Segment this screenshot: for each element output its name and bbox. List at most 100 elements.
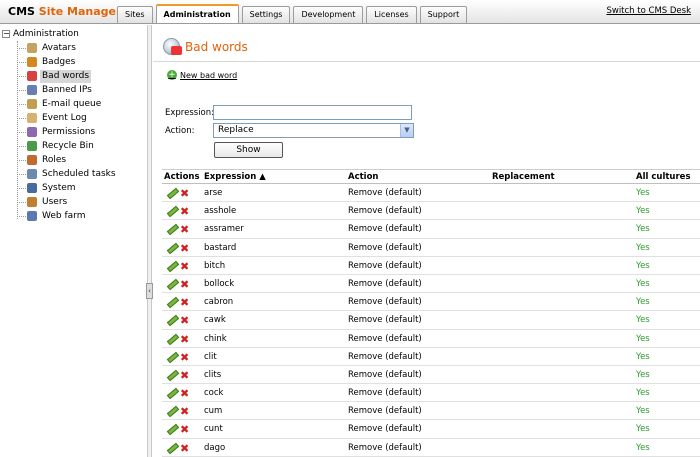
pane-splitter[interactable] <box>148 25 152 457</box>
tree-item-bad-words[interactable]: Bad words <box>17 69 92 83</box>
expression-input[interactable] <box>213 105 412 120</box>
table-row: ✖ bastard Remove (default) Yes <box>162 239 700 257</box>
cell-action: Remove (default) <box>348 224 422 235</box>
tree-branch-line <box>17 131 26 133</box>
edit-icon[interactable] <box>166 424 176 434</box>
edit-icon[interactable] <box>166 315 176 325</box>
edit-icon[interactable] <box>166 370 176 380</box>
show-button[interactable]: Show <box>214 142 283 158</box>
delete-icon[interactable]: ✖ <box>180 424 189 436</box>
edit-icon[interactable] <box>166 261 176 271</box>
edit-icon[interactable] <box>166 188 176 198</box>
delete-icon[interactable]: ✖ <box>180 278 189 291</box>
table-row: ✖ assramer Remove (default) Yes <box>162 220 700 239</box>
edit-icon[interactable] <box>166 206 176 216</box>
edit-icon[interactable] <box>166 352 176 362</box>
tree-root-administration[interactable]: − Administration <box>2 29 79 39</box>
email-icon <box>27 99 37 109</box>
edit-icon[interactable] <box>166 279 176 289</box>
cell-all-cultures: Yes <box>636 424 650 435</box>
cell-action: Remove (default) <box>348 278 422 289</box>
tab-sites[interactable]: Sites <box>117 6 153 23</box>
edit-icon[interactable] <box>166 334 176 344</box>
cell-all-cultures: Yes <box>636 260 650 271</box>
tab-settings[interactable]: Settings <box>241 6 291 23</box>
delete-icon[interactable]: ✖ <box>180 206 189 218</box>
cell-expression: bastard <box>204 242 237 253</box>
delete-icon[interactable]: ✖ <box>180 406 189 418</box>
bad-words-icon <box>27 71 37 81</box>
tab-support[interactable]: Support <box>419 6 468 23</box>
tree-branch-line <box>17 159 26 161</box>
tree-item-label: Event Log <box>42 112 87 123</box>
cell-expression: cawk <box>204 315 226 326</box>
tab-development[interactable]: Development <box>293 6 364 23</box>
chevron-down-icon[interactable]: ▼ <box>400 124 413 137</box>
tree-collapse-icon[interactable]: − <box>2 30 10 38</box>
main-tabs: Sites Administration Settings Development Li… <box>117 4 470 24</box>
cell-action: Remove (default) <box>348 388 422 399</box>
edit-icon[interactable] <box>166 224 176 234</box>
delete-icon[interactable]: ✖ <box>180 351 189 364</box>
action-select[interactable]: Replace ▼ <box>213 123 414 138</box>
badge-icon <box>27 57 37 67</box>
tree-item-system[interactable]: System <box>17 181 78 195</box>
table-row: ✖ cawk Remove (default) Yes <box>162 311 700 330</box>
switch-to-cms-desk-link[interactable]: Switch to CMS Desk <box>606 6 691 16</box>
table-row: ✖ chink Remove (default) Yes <box>162 330 700 348</box>
delete-icon[interactable]: ✖ <box>180 315 189 327</box>
tree-item-event-log[interactable]: Event Log <box>17 111 89 125</box>
cell-all-cultures: Yes <box>636 369 650 380</box>
tree-item-badges[interactable]: Badges <box>17 55 77 69</box>
tab-licenses[interactable]: Licenses <box>366 6 417 23</box>
tree-item-recycle-bin[interactable]: Recycle Bin <box>17 139 96 153</box>
new-bad-word-link[interactable]: + New bad word <box>167 70 237 80</box>
tree-item-label: E-mail queue <box>42 98 102 109</box>
page-title: Bad words <box>185 40 248 54</box>
delete-icon[interactable]: ✖ <box>180 224 189 236</box>
delete-icon[interactable]: ✖ <box>180 333 189 346</box>
tree-item-avatars[interactable]: Avatars <box>17 41 78 55</box>
tree-item-roles[interactable]: Roles <box>17 153 68 167</box>
table-row: ✖ cabron Remove (default) Yes <box>162 293 700 312</box>
collapse-pane-icon[interactable]: ‹ <box>146 283 153 299</box>
logo-cms: CMS <box>8 5 35 18</box>
delete-icon[interactable]: ✖ <box>180 242 189 255</box>
tree-item-e-mail-queue[interactable]: E-mail queue <box>17 97 103 111</box>
tree-item-permissions[interactable]: Permissions <box>17 125 97 139</box>
tree-item-web-farm[interactable]: Web farm <box>17 209 87 223</box>
tab-administration[interactable]: Administration <box>155 4 239 23</box>
delete-icon[interactable]: ✖ <box>180 297 189 309</box>
delete-icon[interactable]: ✖ <box>180 442 189 455</box>
web-farm-icon <box>27 211 37 221</box>
cell-expression: cum <box>204 406 223 417</box>
col-header-replacement[interactable]: Replacement <box>492 172 555 182</box>
cell-all-cultures: Yes <box>636 333 650 344</box>
tree-branch-line <box>17 215 26 217</box>
edit-icon[interactable] <box>166 406 176 416</box>
delete-icon[interactable]: ✖ <box>180 388 189 400</box>
cell-action: Remove (default) <box>348 242 422 253</box>
col-header-expression[interactable]: Expression ▲ <box>204 172 266 182</box>
cell-action: Remove (default) <box>348 406 422 417</box>
edit-icon[interactable] <box>166 388 176 398</box>
action-select-value: Replace <box>218 125 254 135</box>
cell-all-cultures: Yes <box>636 351 650 362</box>
tree-item-label: System <box>42 182 76 193</box>
cell-expression: clits <box>204 369 222 380</box>
tree-root-label: Administration <box>13 29 79 39</box>
cell-expression: arse <box>204 188 223 198</box>
delete-icon[interactable]: ✖ <box>180 260 189 273</box>
col-header-action[interactable]: Action <box>348 172 379 182</box>
col-header-all-cultures[interactable]: All cultures <box>636 172 691 182</box>
roles-icon <box>27 155 37 165</box>
delete-icon[interactable]: ✖ <box>180 188 189 200</box>
edit-icon[interactable] <box>166 297 176 307</box>
delete-icon[interactable]: ✖ <box>180 369 189 382</box>
edit-icon[interactable] <box>166 243 176 253</box>
cell-action: Remove (default) <box>348 315 422 326</box>
tree-item-scheduled-tasks[interactable]: Scheduled tasks <box>17 167 118 181</box>
tree-item-banned-ips[interactable]: Banned IPs <box>17 83 94 97</box>
tree-item-users[interactable]: Users <box>17 195 69 209</box>
edit-icon[interactable] <box>166 443 176 453</box>
